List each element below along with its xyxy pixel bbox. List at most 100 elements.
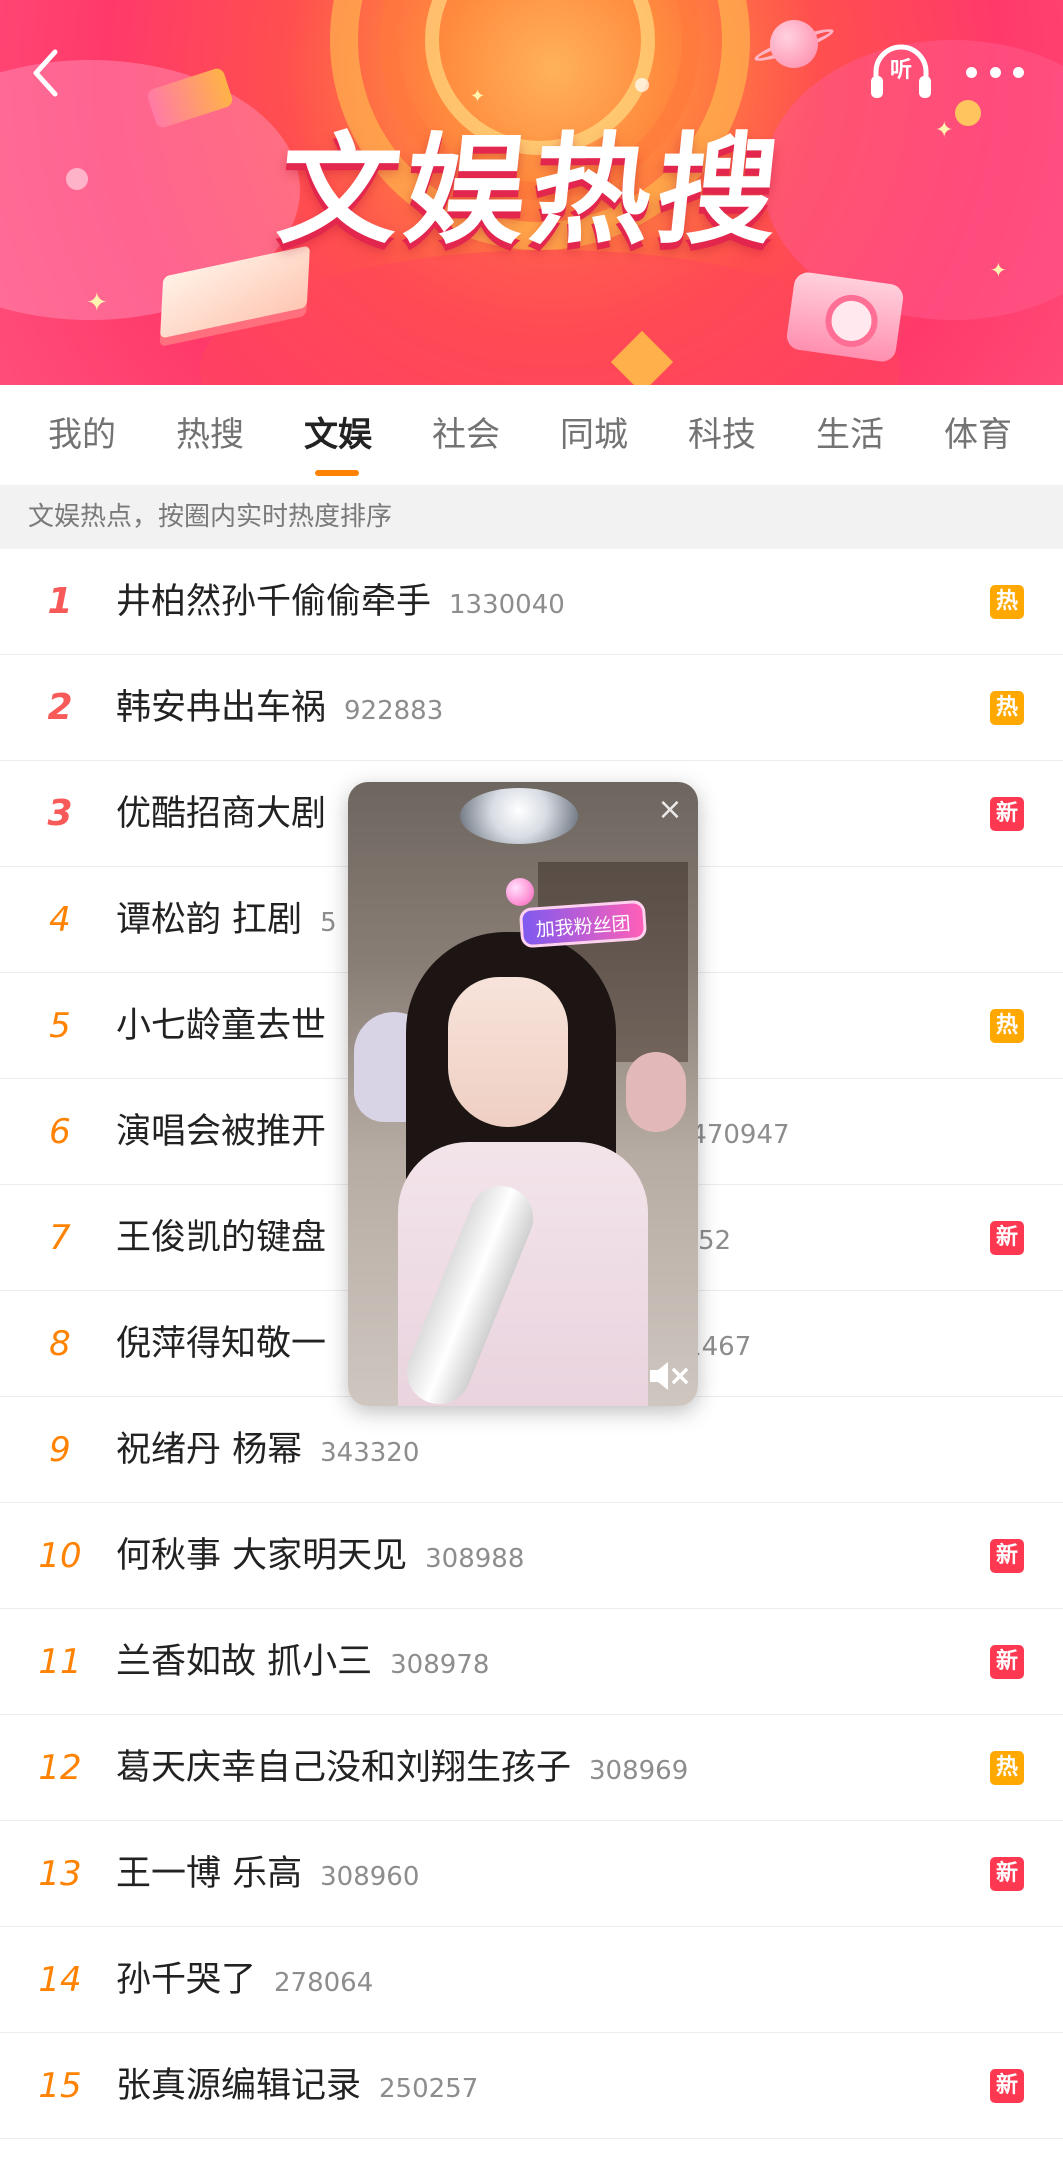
item-title-line: 祝绪丹 杨幂 343320 — [116, 1397, 419, 1506]
item-title-line: 王一博 乐高 308960 — [116, 1821, 419, 1930]
item-title-line: 井柏然孙千偷偷牵手 1330040 — [116, 549, 565, 658]
item-title: 井柏然孙千偷偷牵手 — [116, 582, 432, 622]
item-title: 孙千哭了 — [116, 1960, 257, 2000]
rank-number: 15 — [38, 2066, 82, 2106]
item-title: 祝绪丹 杨幂 — [116, 1430, 303, 1470]
item-title-line: 何秋事 大家明天见 308988 — [116, 1503, 524, 1612]
item-title-line: 优酷招商大剧 — [116, 761, 344, 870]
rank-number: 5 — [49, 1006, 71, 1046]
camera-decoration — [785, 270, 905, 364]
hot-badge: 热 — [990, 691, 1024, 725]
rank-number: 6 — [49, 1112, 71, 1152]
tab-tech[interactable]: 科技 — [672, 385, 772, 485]
item-title-line: 兰香如故 抓小三 308978 — [116, 1609, 489, 1718]
new-badge: 新 — [990, 1645, 1024, 1679]
heat-value: 5 — [320, 908, 337, 938]
new-badge: 新 — [990, 1221, 1024, 1255]
tag-decoration — [506, 878, 534, 906]
item-title: 谭松韵 扛剧 — [116, 900, 303, 940]
heat-value: 1330040 — [449, 590, 565, 620]
heat-value: 343320 — [320, 1438, 420, 1468]
tab-sports[interactable]: 体育 — [928, 385, 1028, 485]
close-video-button[interactable]: × — [652, 792, 688, 828]
mute-button[interactable] — [646, 1358, 690, 1394]
list-item[interactable]: 10 何秋事 大家明天见 308988 新 — [0, 1503, 1063, 1609]
item-title: 演唱会被推开 — [116, 1112, 327, 1152]
heat-value: 278064 — [274, 1968, 374, 1998]
sparkle-icon: ✦ — [86, 288, 108, 318]
item-title-line: 谭松韵 扛剧 5 — [116, 867, 337, 976]
fan-club-tag[interactable]: 加我粉丝团 — [518, 899, 648, 949]
list-item[interactable]: 15 张真源编辑记录 250257 新 — [0, 2033, 1063, 2139]
list-item[interactable]: 13 王一博 乐高 308960 新 — [0, 1821, 1063, 1927]
tab-hot-search[interactable]: 热搜 — [160, 385, 260, 485]
heat-value: 308978 — [390, 1650, 490, 1680]
list-item[interactable]: 14 孙千哭了 278064 — [0, 1927, 1063, 2033]
tab-life[interactable]: 生活 — [800, 385, 900, 485]
new-badge: 新 — [990, 1857, 1024, 1891]
header-banner: ✦ ✦ ✦ ✦ 文娱热搜 听 — [0, 0, 1063, 385]
item-title: 韩安冉出车祸 — [116, 688, 327, 728]
video-streamer — [448, 977, 568, 1127]
video-lamp — [460, 788, 578, 844]
rank-number: 8 — [49, 1324, 71, 1364]
tab-society[interactable]: 社会 — [416, 385, 516, 485]
rank-number: 2 — [47, 687, 73, 728]
rank-number: 4 — [49, 900, 71, 940]
more-dot-icon — [1013, 66, 1024, 78]
rank-number: 9 — [49, 1430, 71, 1470]
more-dot-icon — [989, 66, 1001, 78]
chevron-left-icon — [33, 49, 58, 97]
tab-local[interactable]: 同城 — [544, 385, 644, 485]
item-title-line: 韩安冉出车祸 922883 — [116, 655, 443, 764]
heat-value: 52 — [698, 1226, 732, 1256]
rank-number: 14 — [38, 1960, 82, 2000]
heat-value: 922883 — [344, 696, 444, 726]
floating-live-video[interactable]: 加我粉丝团 × — [348, 782, 698, 1406]
back-button[interactable] — [26, 46, 66, 100]
tab-mine[interactable]: 我的 — [32, 385, 132, 485]
sparkle-icon: ✦ — [470, 86, 486, 107]
listen-button[interactable]: 听 — [868, 42, 934, 102]
item-title: 兰香如故 抓小三 — [116, 1642, 373, 1682]
category-tabs: 我的 热搜 文娱 社会 同城 科技 生活 体育 — [0, 385, 1063, 485]
speaker-muted-icon — [650, 1362, 688, 1390]
list-item[interactable]: 1 井柏然孙千偷偷牵手 1330040 热 — [0, 549, 1063, 655]
more-options-button[interactable] — [960, 50, 1030, 94]
list-item[interactable]: 11 兰香如故 抓小三 308978 新 — [0, 1609, 1063, 1715]
heat-value: 250257 — [379, 2074, 479, 2104]
app-root: ✦ ✦ ✦ ✦ 文娱热搜 听 我的 热搜 文娱 社会 同城 科技 生活 体育 文… — [0, 0, 1063, 2178]
new-badge: 新 — [990, 797, 1024, 831]
list-item[interactable]: 2 韩安冉出车祸 922883 热 — [0, 655, 1063, 761]
item-title: 王一博 乐高 — [116, 1854, 303, 1894]
active-tab-indicator — [315, 470, 359, 476]
item-title-line: 张真源编辑记录 250257 — [116, 2033, 478, 2142]
video-plush-toy — [626, 1052, 686, 1132]
rank-number: 10 — [38, 1536, 82, 1576]
item-title: 优酷招商大剧 — [116, 794, 327, 834]
heat-value: 308988 — [425, 1544, 525, 1574]
rank-number: 1 — [47, 581, 73, 622]
hot-badge: 热 — [990, 585, 1024, 619]
rank-number: 13 — [38, 1854, 82, 1894]
rank-number: 12 — [38, 1748, 82, 1788]
item-title-line: 葛天庆幸自己没和刘翔生孩子 308969 — [116, 1715, 688, 1824]
item-title-line: 孙千哭了 278064 — [116, 1927, 373, 2036]
hot-badge: 热 — [990, 1009, 1024, 1043]
item-title-line: 小七龄童去世 — [116, 973, 344, 1082]
list-item[interactable]: 12 葛天庆幸自己没和刘翔生孩子 308969 热 — [0, 1715, 1063, 1821]
item-title: 葛天庆幸自己没和刘翔生孩子 — [116, 1748, 572, 1788]
list-item[interactable]: 9 祝绪丹 杨幂 343320 — [0, 1397, 1063, 1503]
listen-label: 听 — [889, 58, 912, 83]
new-badge: 新 — [990, 1539, 1024, 1573]
rank-number: 3 — [47, 793, 73, 834]
rank-number: 7 — [49, 1218, 71, 1258]
more-dot-icon — [966, 66, 977, 78]
hot-badge: 热 — [990, 1751, 1024, 1785]
item-title: 张真源编辑记录 — [116, 2066, 362, 2106]
sparkle-icon: ✦ — [990, 258, 1007, 282]
item-title: 何秋事 大家明天见 — [116, 1536, 408, 1576]
item-title: 小七龄童去世 — [116, 1006, 327, 1046]
new-badge: 新 — [990, 2069, 1024, 2103]
page-title: 文娱热搜 — [272, 122, 791, 261]
